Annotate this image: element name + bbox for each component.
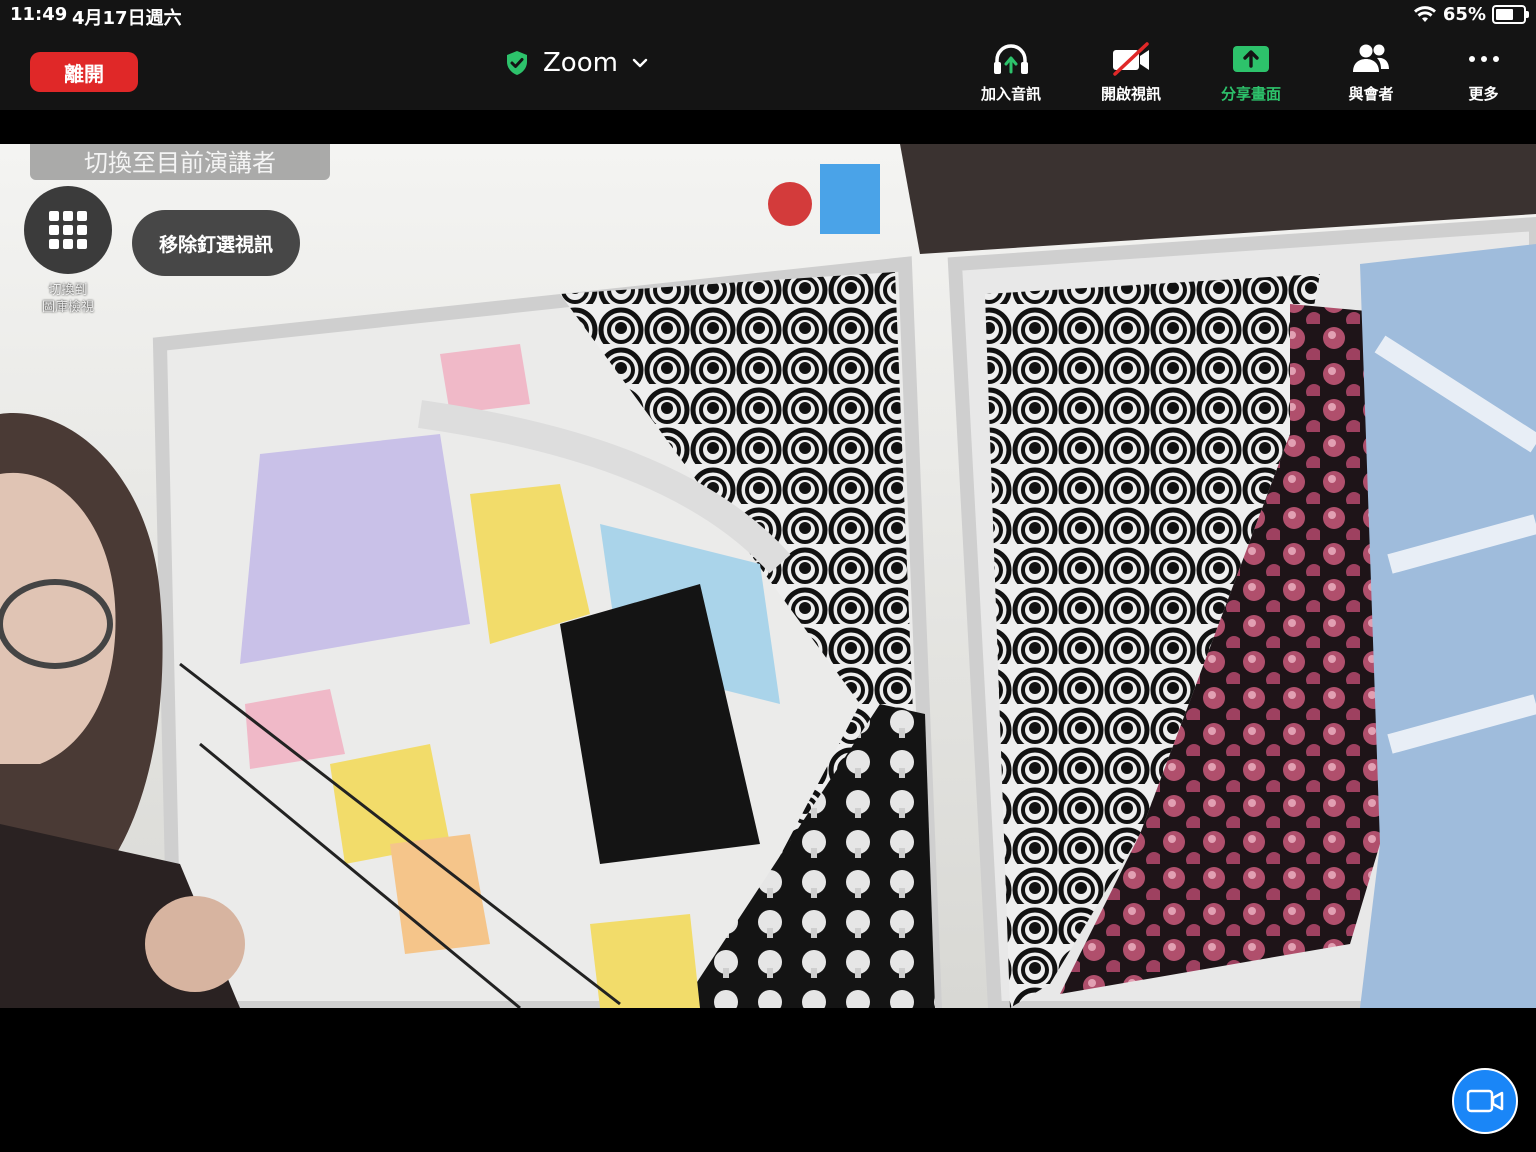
status-time: 11:49 [10, 4, 68, 25]
leave-button[interactable]: 離開 [30, 52, 138, 92]
start-video-button[interactable]: 開啟視訊 [1071, 42, 1191, 104]
more-icon [1468, 56, 1499, 62]
participants-icon [1353, 44, 1389, 72]
chevron-down-icon [632, 58, 648, 68]
battery-percent: 65% [1442, 4, 1486, 25]
gallery-caption-line2: 圖庫檢視 [41, 300, 94, 315]
share-screen-button[interactable]: 分享畫面 [1191, 42, 1311, 104]
start-video-label: 開啟視訊 [1100, 85, 1161, 103]
meeting-top-bar: 離開 Zoom 加入音訊 開啟視訊 分享畫面 與會者 更多 [0, 32, 1536, 110]
grid-icon [49, 211, 87, 249]
status-right: 65% [1413, 4, 1529, 25]
join-audio-label: 加入音訊 [980, 85, 1041, 103]
more-label: 更多 [1468, 85, 1499, 103]
meeting-name: Zoom [543, 48, 618, 78]
switch-to-speaker-button[interactable]: 切換至目前演講者 [30, 144, 330, 180]
video-off-icon [1113, 42, 1149, 76]
headphone-icon [994, 44, 1028, 74]
self-video-button[interactable] [1452, 1068, 1518, 1134]
status-bar: 11:49 4月17日週六 65% [0, 0, 1536, 32]
participants-label: 與會者 [1348, 85, 1394, 103]
battery-icon [1492, 5, 1529, 24]
camera-icon [1466, 1089, 1504, 1113]
meeting-title[interactable]: Zoom [505, 48, 648, 78]
share-screen-label: 分享畫面 [1220, 85, 1281, 103]
join-audio-button[interactable]: 加入音訊 [951, 42, 1071, 104]
participants-button[interactable]: 與會者 [1311, 42, 1431, 104]
meeting-toolbar: 加入音訊 開啟視訊 分享畫面 與會者 更多 [951, 42, 1536, 104]
gallery-view-caption: 切換到 圖庫檢視 [24, 282, 112, 316]
unpin-video-button[interactable]: 移除釘選視訊 [132, 210, 300, 276]
status-date: 4月17日週六 [72, 8, 182, 29]
share-screen-icon [1233, 46, 1269, 72]
gallery-view-button[interactable] [24, 186, 112, 274]
gallery-caption-line1: 切換到 [48, 283, 88, 298]
more-button[interactable]: 更多 [1431, 42, 1536, 104]
wifi-icon [1413, 5, 1436, 22]
shield-check-icon [507, 51, 527, 75]
